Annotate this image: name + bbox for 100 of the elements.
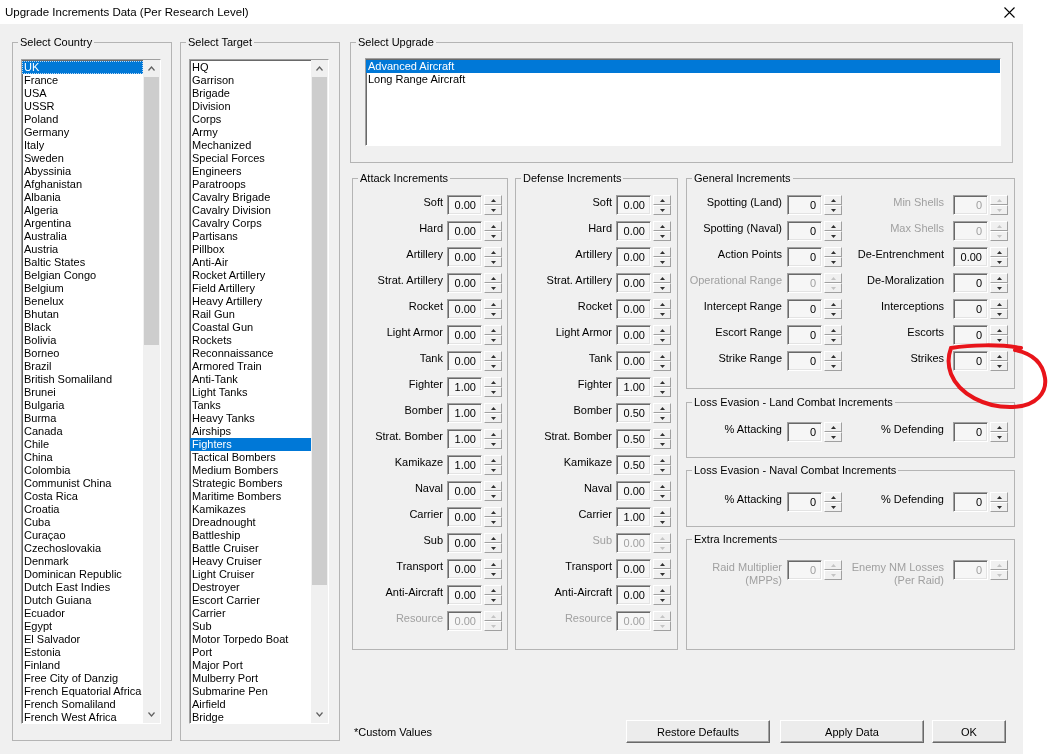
number-field[interactable]: 0.00: [616, 195, 651, 215]
list-item[interactable]: Chile: [22, 438, 143, 451]
number-field[interactable]: 0.50: [616, 455, 651, 475]
spin-up-button[interactable]: [824, 221, 842, 231]
spin-up-button[interactable]: [484, 247, 502, 257]
spin-down-button[interactable]: [990, 502, 1008, 512]
spin-down-button[interactable]: [653, 569, 671, 579]
list-item[interactable]: Burma: [22, 412, 143, 425]
spin-down-button[interactable]: [824, 502, 842, 512]
list-item[interactable]: Paratroops: [190, 178, 311, 191]
list-item[interactable]: Anti-Air: [190, 256, 311, 269]
list-item[interactable]: Fighters: [190, 438, 311, 451]
list-item[interactable]: Airfield: [190, 698, 311, 711]
number-field[interactable]: 0.00: [447, 247, 482, 267]
list-item[interactable]: Denmark: [22, 555, 143, 568]
spin-up-button[interactable]: [484, 585, 502, 595]
spin-up-button[interactable]: [990, 325, 1008, 335]
spin-up-button[interactable]: [484, 299, 502, 309]
list-item[interactable]: Heavy Cruiser: [190, 555, 311, 568]
number-field[interactable]: 0.00: [447, 533, 482, 553]
spin-down-button[interactable]: [484, 309, 502, 319]
list-item[interactable]: Cavalry Brigade: [190, 191, 311, 204]
list-item[interactable]: Algeria: [22, 204, 143, 217]
chevron-up-icon[interactable]: [148, 66, 155, 71]
spin-up-button[interactable]: [653, 507, 671, 517]
number-field[interactable]: 1.00: [616, 507, 651, 527]
list-item[interactable]: Ecuador: [22, 607, 143, 620]
spin-down-button[interactable]: [990, 432, 1008, 442]
number-field[interactable]: 0: [953, 325, 988, 345]
spin-down-button[interactable]: [653, 335, 671, 345]
number-field[interactable]: 1.00: [447, 403, 482, 423]
list-item[interactable]: Advanced Aircraft: [366, 60, 1000, 73]
list-item[interactable]: Bulgaria: [22, 399, 143, 412]
list-item[interactable]: Bolivia: [22, 334, 143, 347]
spin-up-button[interactable]: [653, 585, 671, 595]
number-field[interactable]: 0.00: [953, 247, 988, 267]
number-field[interactable]: 0: [787, 422, 822, 442]
list-item[interactable]: Belgium: [22, 282, 143, 295]
list-item[interactable]: Cuba: [22, 516, 143, 529]
list-item[interactable]: Finland: [22, 659, 143, 672]
list-item[interactable]: Field Artillery: [190, 282, 311, 295]
listbox[interactable]: [189, 59, 329, 724]
list-item[interactable]: Major Port: [190, 659, 311, 672]
scrollbar[interactable]: [143, 60, 160, 723]
number-field[interactable]: 0.50: [616, 403, 651, 423]
spin-down-button[interactable]: [653, 517, 671, 527]
number-field[interactable]: 0.00: [447, 507, 482, 527]
spin-down-button[interactable]: [990, 361, 1008, 371]
spin-up-button[interactable]: [653, 377, 671, 387]
number-field[interactable]: 0.00: [447, 299, 482, 319]
list-item[interactable]: Egypt: [22, 620, 143, 633]
list-item[interactable]: HQ: [190, 61, 311, 74]
number-field[interactable]: 0: [953, 273, 988, 293]
spin-up-button[interactable]: [653, 325, 671, 335]
spin-up-button[interactable]: [824, 492, 842, 502]
number-field[interactable]: 0: [787, 195, 822, 215]
chevron-down-icon[interactable]: [148, 712, 155, 717]
number-field[interactable]: 1.00: [447, 455, 482, 475]
spin-down-button[interactable]: [653, 413, 671, 423]
dialog-button[interactable]: OK: [932, 720, 1006, 743]
list-item[interactable]: French Equatorial Africa: [22, 685, 143, 698]
list-item[interactable]: Croatia: [22, 503, 143, 516]
spin-down-button[interactable]: [484, 569, 502, 579]
spin-up-button[interactable]: [653, 559, 671, 569]
list-item[interactable]: Strategic Bombers: [190, 477, 311, 490]
list-item[interactable]: Heavy Artillery: [190, 295, 311, 308]
spin-down-button[interactable]: [484, 595, 502, 605]
list-item[interactable]: Destroyer: [190, 581, 311, 594]
list-item[interactable]: Curaçao: [22, 529, 143, 542]
scrollbar-thumb[interactable]: [144, 77, 159, 345]
spin-up-button[interactable]: [824, 422, 842, 432]
list-item[interactable]: Brigade: [190, 87, 311, 100]
list-item[interactable]: Army: [190, 126, 311, 139]
number-field[interactable]: 0.00: [616, 559, 651, 579]
list-item[interactable]: Light Tanks: [190, 386, 311, 399]
spin-up-button[interactable]: [990, 299, 1008, 309]
spin-up-button[interactable]: [824, 351, 842, 361]
spin-down-button[interactable]: [653, 205, 671, 215]
dialog-button[interactable]: Apply Data: [780, 720, 924, 743]
spin-down-button[interactable]: [990, 309, 1008, 319]
list-item[interactable]: Cavalry Division: [190, 204, 311, 217]
list-item[interactable]: Albania: [22, 191, 143, 204]
spin-up-button[interactable]: [484, 507, 502, 517]
spin-up-button[interactable]: [484, 221, 502, 231]
spin-up-button[interactable]: [653, 195, 671, 205]
spin-down-button[interactable]: [990, 283, 1008, 293]
list-item[interactable]: Mechanized: [190, 139, 311, 152]
number-field[interactable]: 0.00: [447, 351, 482, 371]
spin-up-button[interactable]: [484, 377, 502, 387]
list-item[interactable]: Long Range Aircraft: [366, 73, 1000, 86]
list-item[interactable]: Dreadnought: [190, 516, 311, 529]
list-item[interactable]: Medium Bombers: [190, 464, 311, 477]
list-item[interactable]: USSR: [22, 100, 143, 113]
spin-down-button[interactable]: [653, 595, 671, 605]
spin-up-button[interactable]: [653, 299, 671, 309]
list-item[interactable]: Engineers: [190, 165, 311, 178]
chevron-down-icon[interactable]: [316, 712, 323, 717]
list-item[interactable]: UK: [22, 61, 143, 74]
list-item[interactable]: Division: [190, 100, 311, 113]
spin-down-button[interactable]: [653, 387, 671, 397]
